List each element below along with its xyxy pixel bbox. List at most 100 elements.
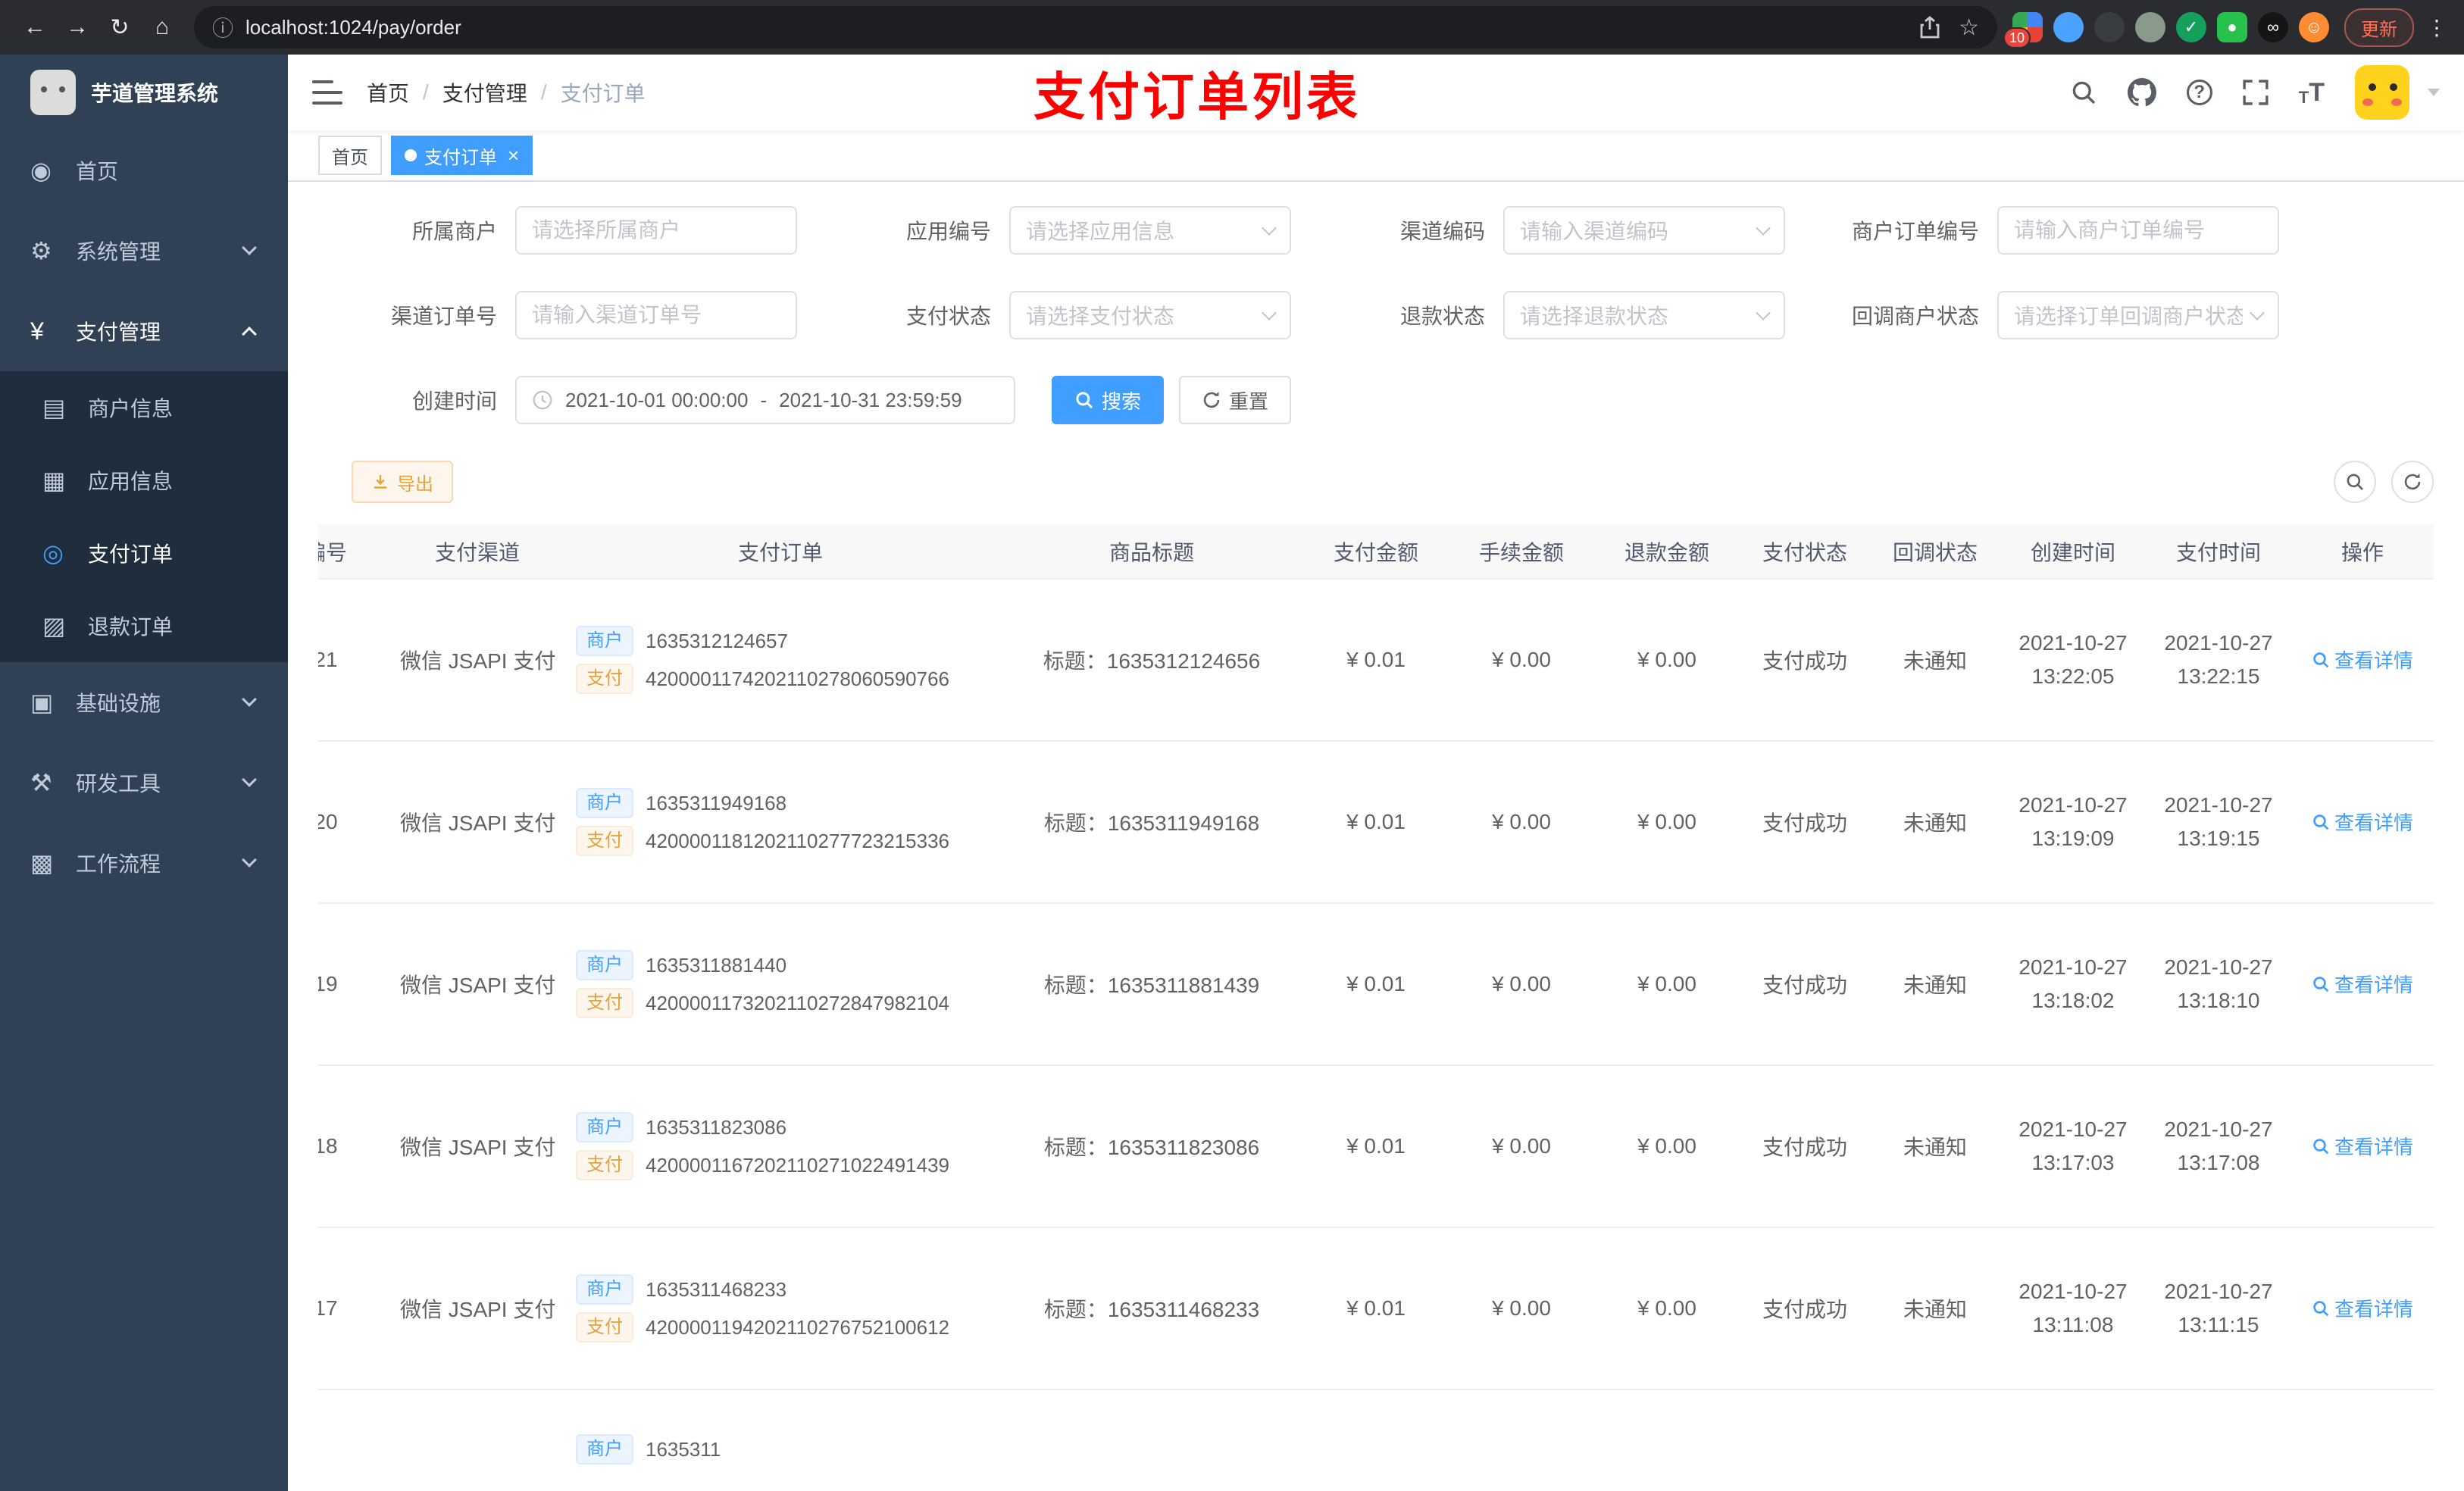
sidebar-item-devtools[interactable]: ⚒ 研发工具	[0, 742, 288, 823]
cell-title: 标题：1635311468233	[1000, 1227, 1303, 1390]
merchant-tag: 商户	[576, 626, 633, 656]
view-detail-link[interactable]: 查看详情	[2312, 1294, 2413, 1322]
view-detail-link[interactable]: 查看详情	[2312, 970, 2413, 998]
site-info-icon[interactable]: ⓘ	[212, 12, 233, 42]
cell-channel: 微信 JSAPI 支付	[394, 579, 561, 742]
extension-check-icon[interactable]: ✓	[2176, 12, 2206, 42]
sidebar-item-app-info[interactable]: ▦ 应用信息	[0, 444, 288, 517]
back-icon[interactable]: ←	[15, 8, 55, 47]
cell-id: 21	[318, 579, 394, 742]
export-button[interactable]: 导出	[352, 461, 453, 503]
reset-button[interactable]: 重置	[1179, 376, 1292, 424]
filter-create-time: 创建时间 2021-10-01 00:00:00 - 2021-10-31 23…	[349, 376, 1015, 424]
app-id-select[interactable]: 请选择应用信息	[1009, 206, 1291, 255]
cell-action: 查看详情	[2291, 903, 2434, 1066]
sidebar-item-label: 首页	[76, 160, 119, 183]
close-icon[interactable]: ×	[508, 145, 519, 165]
filter-channel-order-no: 渠道订单号	[349, 291, 843, 339]
extension-emoji-icon[interactable]: ☺	[2299, 12, 2329, 42]
chevron-down-icon	[1756, 220, 1771, 236]
extension-badge: 10	[2003, 27, 2031, 48]
sidebar-item-workflow[interactable]: ▩ 工作流程	[0, 823, 288, 903]
refresh-icon[interactable]: ↻	[100, 8, 139, 47]
view-detail-link[interactable]: 查看详情	[2312, 645, 2413, 674]
download-icon	[374, 475, 387, 489]
refresh-icon	[2404, 473, 2421, 490]
view-detail-link[interactable]: 查看详情	[2312, 1132, 2413, 1160]
extension-knot-icon[interactable]: ∞	[2258, 12, 2288, 42]
search-button[interactable]: 搜索	[1052, 376, 1165, 424]
cell-created: 2021-10-27 13:18:02	[2000, 903, 2146, 1066]
date-end: 2021-10-31 23:59:59	[779, 388, 962, 411]
cell-fee: ¥ 0.00	[1449, 903, 1594, 1066]
filter-label: 所属商户	[411, 220, 497, 243]
avatar-caret-icon[interactable]	[2428, 89, 2440, 96]
font-size-icon[interactable]: TT	[2299, 78, 2325, 108]
channel-order-no-input[interactable]	[515, 291, 797, 339]
merchant-no: 1635311881440	[646, 953, 787, 977]
url-text[interactable]: localhost:1024/pay/order	[245, 16, 461, 39]
share-icon[interactable]	[1919, 16, 1940, 39]
github-icon[interactable]	[2127, 78, 2156, 107]
select-placeholder: 请选择退款状态	[1520, 305, 1669, 328]
sidebar-item-refund-order[interactable]: ▨ 退款订单	[0, 589, 288, 662]
tags-view: 首页 支付订单 ×	[288, 130, 2464, 182]
refund-status-select[interactable]: 请选择退款状态	[1503, 291, 1785, 339]
browser-menu-icon[interactable]: ⋮	[2426, 15, 2449, 40]
cell-channel: 微信 JSAPI 支付	[394, 903, 561, 1066]
channel-code-select[interactable]: 请输入渠道编码	[1503, 206, 1785, 255]
table-row: 19 微信 JSAPI 支付 商户 1635311881440 支付 4200001…	[318, 903, 2434, 1066]
monitor-icon: ▣	[30, 689, 54, 716]
pay-status-select[interactable]: 请选择支付状态	[1009, 291, 1291, 339]
forward-icon[interactable]: →	[58, 8, 97, 47]
update-button[interactable]: 更新	[2344, 8, 2414, 47]
extension-gray-icon[interactable]	[2135, 12, 2165, 42]
notify-status-select[interactable]: 请选择订单回调商户状态	[1997, 291, 2279, 339]
header-actions: ? TT	[2070, 65, 2440, 120]
toggle-search-button[interactable]	[2334, 461, 2376, 503]
home-icon[interactable]: ⌂	[142, 8, 182, 47]
extension-dark-icon[interactable]	[2094, 12, 2125, 42]
merchant-order-no-input[interactable]	[1997, 206, 2279, 255]
sidebar-item-merchant-info[interactable]: ▤ 商户信息	[0, 371, 288, 444]
tab-pay-order[interactable]: 支付订单 ×	[391, 136, 533, 175]
cell-status: 支付成功	[1740, 1227, 1870, 1390]
refresh-table-button[interactable]	[2391, 461, 2434, 503]
url-bar[interactable]: ⓘ localhost:1024/pay/order ☆	[194, 6, 1997, 48]
filter-form: 所属商户 应用编号 请选择应用信息 渠道编码 请输入渠道编码	[318, 206, 2434, 424]
merchant-input[interactable]	[515, 206, 797, 255]
browser-chrome: ← → ↻ ⌂ ⓘ localhost:1024/pay/order ☆ 10 …	[0, 0, 2464, 55]
extension-grid-icon[interactable]: 10	[2003, 12, 2043, 48]
hamburger-icon[interactable]	[312, 80, 342, 105]
cell-status: 支付成功	[1740, 579, 1870, 742]
help-icon[interactable]: ?	[2186, 80, 2212, 105]
tab-home[interactable]: 首页	[318, 136, 382, 175]
merchant-tag: 商户	[576, 788, 633, 818]
view-detail-link[interactable]: 查看详情	[2312, 808, 2413, 836]
annotation-title: 支付订单列表	[1033, 68, 1362, 127]
date-start: 2021-10-01 00:00:00	[565, 388, 749, 411]
sidebar-item-system[interactable]: ⚙ 系统管理	[0, 211, 288, 291]
user-avatar[interactable]	[2355, 65, 2409, 120]
extension-drop-icon[interactable]	[2053, 12, 2084, 42]
cell-amount: ¥ 0.01	[1303, 579, 1449, 742]
search-icon	[2313, 1139, 2329, 1155]
card-icon: ▤	[42, 394, 66, 421]
breadcrumb-payment[interactable]: 支付管理	[442, 77, 527, 108]
cell-created: 2021-10-27 13:11:08	[2000, 1227, 2146, 1390]
sidebar-item-label: 应用信息	[88, 470, 174, 493]
sidebar-item-payment[interactable]: ¥ 支付管理	[0, 291, 288, 371]
sidebar-item-home[interactable]: ◉ 首页	[0, 130, 288, 211]
sidebar-item-pay-order[interactable]: ◎ 支付订单	[0, 517, 288, 589]
bookmark-star-icon[interactable]: ☆	[1959, 14, 1979, 41]
merchant-tag: 商户	[576, 950, 633, 980]
extension-chat-icon[interactable]: ●	[2217, 12, 2247, 42]
pay-tag: 支付	[576, 826, 633, 856]
col-header: 创建时间	[2000, 524, 2146, 580]
search-icon[interactable]	[2070, 79, 2097, 106]
fullscreen-icon[interactable]	[2243, 80, 2269, 105]
date-range-input[interactable]: 2021-10-01 00:00:00 - 2021-10-31 23:59:5…	[515, 376, 1015, 424]
breadcrumb-home[interactable]: 首页	[367, 77, 409, 108]
document-icon: ▨	[42, 612, 66, 639]
sidebar-item-infra[interactable]: ▣ 基础设施	[0, 662, 288, 742]
